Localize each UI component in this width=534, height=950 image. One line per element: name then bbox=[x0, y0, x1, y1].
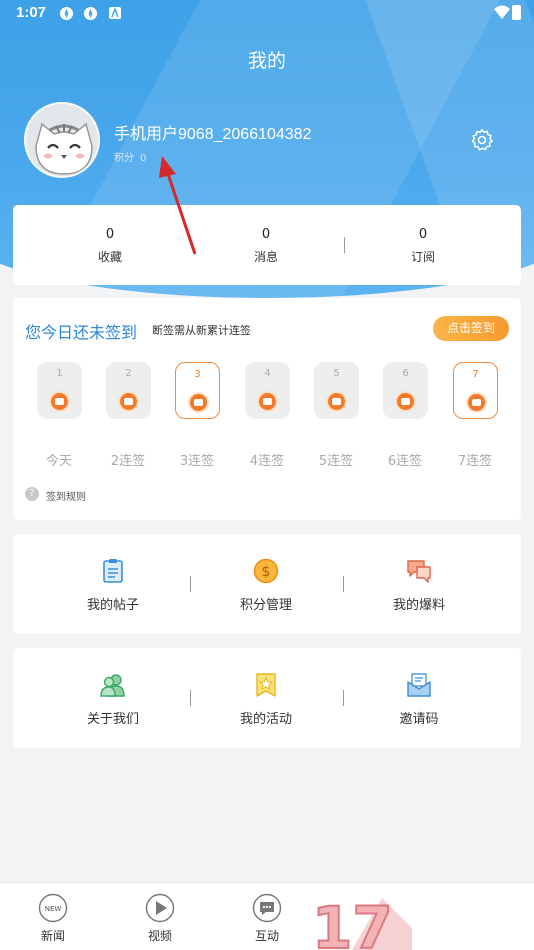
day-number: 1 bbox=[56, 368, 63, 379]
points-label: 积分 bbox=[114, 153, 134, 164]
coin-icon bbox=[188, 392, 209, 413]
signin-card: 您今日还未签到 断签需从新累计连签 点击签到 1 2 3 4 5 6 7 今天 … bbox=[13, 298, 521, 520]
help-icon[interactable]: ? bbox=[25, 487, 39, 501]
battery-icon bbox=[512, 5, 521, 20]
menu-my-activities[interactable]: 我的活动 bbox=[181, 648, 351, 748]
day-number: 7 bbox=[472, 369, 479, 380]
signin-status-title: 您今日还未签到 bbox=[25, 323, 138, 342]
menu-label: 关于我们 bbox=[86, 712, 139, 727]
coin-icon bbox=[326, 391, 347, 412]
menu-invite-code[interactable]: 邀请码 bbox=[334, 648, 504, 748]
menu-label: 我的活动 bbox=[239, 712, 292, 727]
annotation-arrow-icon bbox=[159, 156, 197, 255]
coin-icon bbox=[118, 391, 139, 412]
coin-icon bbox=[49, 391, 70, 412]
chat-icon bbox=[252, 893, 282, 923]
text-app-icon bbox=[109, 7, 121, 19]
users-icon bbox=[100, 674, 125, 697]
menu-label: 邀请码 bbox=[399, 712, 439, 727]
signin-day-5: 5 bbox=[314, 362, 359, 419]
stat-subscriptions-label: 订阅 bbox=[410, 250, 435, 264]
gear-icon[interactable] bbox=[470, 128, 494, 152]
day-number: 6 bbox=[402, 368, 409, 379]
svg-text:$: $ bbox=[262, 564, 271, 580]
day-label: 今天 bbox=[45, 454, 72, 469]
menu-about-us[interactable]: 关于我们 bbox=[28, 648, 198, 748]
menu-label: 我的帖子 bbox=[86, 598, 139, 613]
signin-button[interactable]: 点击签到 bbox=[433, 316, 509, 341]
menu-my-tips[interactable]: 我的爆料 bbox=[334, 534, 504, 634]
day-label: 3连签 bbox=[179, 454, 215, 469]
status-time: 1:07 bbox=[16, 4, 47, 21]
stat-subscriptions-count: 0 bbox=[418, 227, 428, 242]
day-label: 6连签 bbox=[387, 454, 423, 469]
new-badge-icon: NEW bbox=[38, 893, 68, 923]
page-title: 我的 bbox=[247, 50, 286, 72]
day-number: 3 bbox=[194, 369, 201, 380]
signin-day-2: 2 bbox=[106, 362, 151, 419]
app-notification-icon bbox=[59, 6, 74, 21]
day-number: 5 bbox=[333, 368, 340, 379]
play-icon bbox=[145, 893, 175, 923]
menu-my-posts[interactable]: 我的帖子 bbox=[28, 534, 198, 634]
nav-tab-interact[interactable]: 互动 bbox=[239, 891, 295, 947]
menu-label: 我的爆料 bbox=[392, 598, 445, 613]
svg-text:NEW: NEW bbox=[45, 905, 62, 913]
menu-label: 积分管理 bbox=[239, 598, 292, 613]
signin-day-1: 1 bbox=[37, 362, 82, 419]
menu-card-1: 我的帖子 $ 积分管理 我的爆料 bbox=[13, 534, 521, 634]
points-summary: 积分 0 bbox=[114, 149, 146, 164]
day-label: 7连签 bbox=[457, 454, 493, 469]
avatar[interactable] bbox=[24, 102, 100, 178]
app-notification-icon bbox=[83, 6, 98, 21]
day-number: 4 bbox=[264, 368, 271, 379]
signin-day-4: 4 bbox=[245, 362, 290, 419]
nav-label: 互动 bbox=[254, 929, 279, 943]
day-label: 2连签 bbox=[110, 454, 146, 469]
stats-card: 0 收藏 0 消息 0 订阅 bbox=[13, 205, 521, 285]
nav-tab-news[interactable]: NEW 新闻 bbox=[25, 891, 81, 947]
bottom-nav: NEW 新闻 视频 互动 bbox=[0, 882, 534, 950]
coin-dollar-icon: $ bbox=[253, 558, 279, 584]
day-label: 4连签 bbox=[249, 454, 285, 469]
signin-day-6: 6 bbox=[383, 362, 428, 419]
star-bookmark-icon bbox=[256, 673, 276, 697]
coin-icon bbox=[395, 391, 416, 412]
signin-day-7: 7 bbox=[453, 362, 498, 419]
nav-tab-video[interactable]: 视频 bbox=[132, 891, 188, 947]
envelope-icon bbox=[407, 673, 431, 697]
menu-points-management[interactable]: $ 积分管理 bbox=[181, 534, 351, 634]
wifi-icon bbox=[494, 5, 510, 19]
signin-rules-link[interactable]: 签到规则 bbox=[46, 488, 86, 503]
nav-label: 新闻 bbox=[40, 929, 65, 943]
signin-subtitle: 断签需从新累计连签 bbox=[152, 324, 251, 337]
menu-card-2: 关于我们 我的活动 邀请码 bbox=[13, 648, 521, 748]
day-label: 5连签 bbox=[318, 454, 354, 469]
coin-icon bbox=[257, 391, 278, 412]
nav-label: 视频 bbox=[147, 929, 172, 943]
stat-subscriptions[interactable]: 0 订阅 bbox=[338, 205, 508, 285]
status-bar: 1:07 bbox=[0, 0, 534, 28]
username[interactable]: 手机用户9068_2066104382 bbox=[114, 120, 311, 144]
coin-icon bbox=[466, 392, 487, 413]
points-value: 0 bbox=[140, 153, 147, 164]
chat-bubbles-icon bbox=[407, 560, 431, 583]
day-number: 2 bbox=[125, 368, 132, 379]
svg-text:17: 17 bbox=[312, 894, 393, 950]
clipboard-icon bbox=[103, 559, 123, 583]
watermark-logo: 17 bbox=[312, 893, 412, 950]
signin-day-3: 3 bbox=[175, 362, 220, 419]
